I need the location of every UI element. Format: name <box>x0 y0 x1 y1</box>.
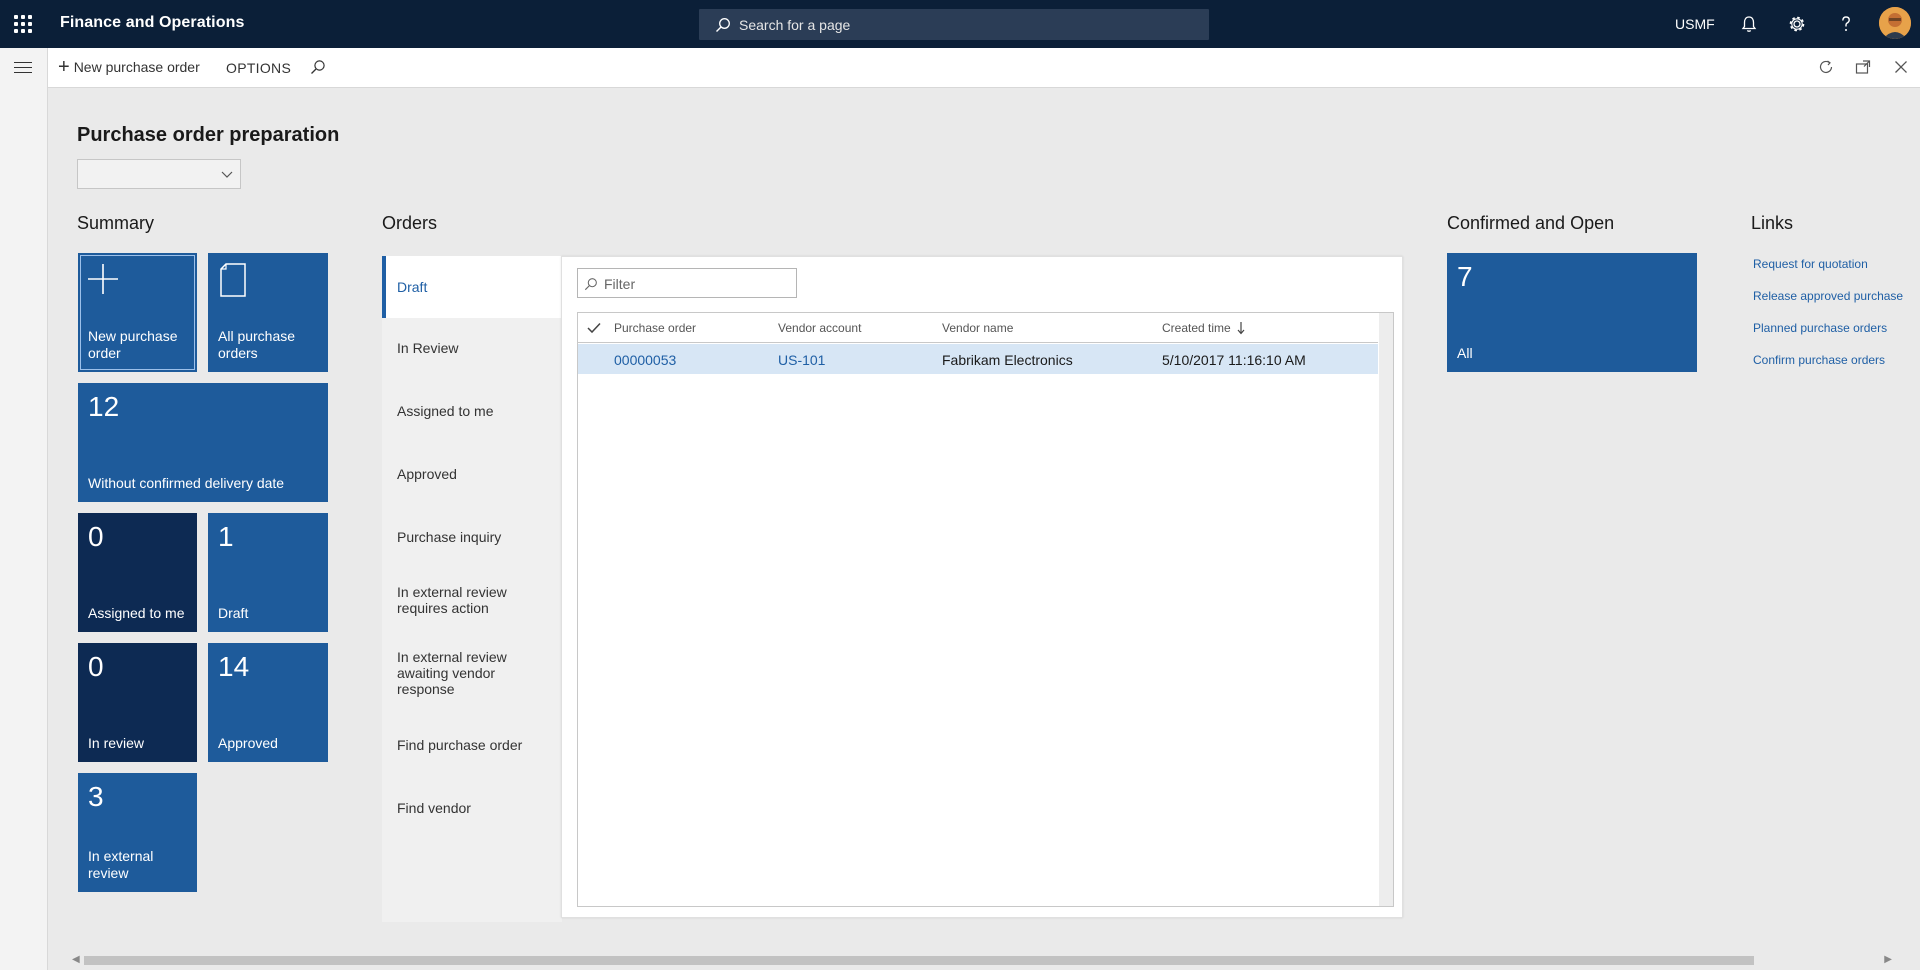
document-icon <box>220 263 246 297</box>
tile-label: Assigned to me <box>88 605 185 621</box>
grid-header: Purchase order Vendor account Vendor nam… <box>578 313 1378 343</box>
scrollbar-thumb[interactable] <box>84 956 1754 965</box>
page-search-box[interactable]: Search for a page <box>699 9 1209 40</box>
tile-count: 7 <box>1457 261 1473 292</box>
link-planned-purchase-orders[interactable]: Planned purchase orders <box>1753 321 1887 335</box>
tile-count: 0 <box>88 521 104 552</box>
confirmed-open-title: Confirmed and Open <box>1447 213 1615 233</box>
link-confirm-purchase-orders[interactable]: Confirm purchase orders <box>1753 353 1885 367</box>
tile-all-purchase-orders[interactable]: All purchase orders <box>208 253 328 372</box>
links-title: Links <box>1751 213 1794 233</box>
top-nav-bar: Finance and Operations Search for a page… <box>0 0 1920 48</box>
tile-label: All <box>1457 345 1473 361</box>
tile-in-review[interactable]: 0 In review <box>78 643 197 762</box>
search-icon <box>716 18 730 32</box>
cell-vendor-name: Fabrikam Electronics <box>942 352 1073 368</box>
tab-draft[interactable]: Draft <box>382 256 562 318</box>
plus-icon: + <box>58 56 70 78</box>
plus-icon <box>88 264 118 294</box>
tile-label: Without confirmed delivery date <box>88 475 285 491</box>
filter-placeholder: Filter <box>604 276 636 292</box>
filter-input[interactable]: Filter <box>577 268 797 298</box>
cell-purchase-order[interactable]: 00000053 <box>614 352 676 368</box>
options-button[interactable]: OPTIONS <box>226 60 291 76</box>
tile-label: All purchase orders <box>218 328 296 361</box>
tab-purchase-inquiry[interactable]: Purchase inquiry <box>382 529 562 545</box>
tile-assigned-to-me[interactable]: 0 Assigned to me <box>78 513 197 632</box>
gear-icon[interactable] <box>1787 14 1807 34</box>
column-header-purchase-order[interactable]: Purchase order <box>614 321 696 335</box>
tile-in-external-review[interactable]: 3 In external review <box>78 773 197 892</box>
chevron-down-icon <box>221 171 233 178</box>
tab-find-purchase-order[interactable]: Find purchase order <box>382 737 562 753</box>
orders-tab-list: Draft In Review Assigned to me Approved … <box>382 256 562 922</box>
tile-label: Approved <box>218 735 278 751</box>
scroll-left-arrow-icon[interactable]: ◀ <box>72 954 80 965</box>
search-placeholder: Search for a page <box>739 17 851 33</box>
sort-descending-icon[interactable] <box>1237 321 1245 335</box>
tab-external-review-requires-action[interactable]: In external review requires action <box>382 584 517 616</box>
tile-count: 3 <box>88 781 104 812</box>
cell-created-time: 5/10/2017 11:16:10 AM <box>1162 352 1306 368</box>
tile-count: 14 <box>218 651 250 682</box>
tile-approved[interactable]: 14 Approved <box>208 643 328 762</box>
tab-external-review-awaiting-vendor[interactable]: In external review awaiting vendor respo… <box>382 649 517 697</box>
new-purchase-order-button[interactable]: + New purchase order <box>58 56 200 78</box>
app-title[interactable]: Finance and Operations <box>60 14 244 32</box>
new-purchase-order-label: New purchase order <box>73 59 200 75</box>
tab-find-vendor[interactable]: Find vendor <box>382 800 562 816</box>
tile-label: Draft <box>218 605 249 621</box>
column-header-vendor-name[interactable]: Vendor name <box>942 321 1013 335</box>
action-search-icon[interactable] <box>310 59 326 75</box>
app-launcher-icon[interactable] <box>14 15 32 33</box>
bell-icon[interactable] <box>1739 14 1759 34</box>
tile-label: In external review <box>88 848 154 881</box>
tile-label: In review <box>88 735 145 751</box>
tile-count: 12 <box>88 391 120 422</box>
link-request-for-quotation[interactable]: Request for quotation <box>1753 257 1868 271</box>
refresh-icon[interactable] <box>1818 59 1834 75</box>
column-header-vendor-account[interactable]: Vendor account <box>778 321 861 335</box>
cell-vendor-account[interactable]: US-101 <box>778 352 825 368</box>
user-avatar[interactable] <box>1879 7 1911 39</box>
tab-in-review[interactable]: In Review <box>382 340 562 356</box>
hamburger-menu-icon[interactable] <box>14 62 32 76</box>
column-header-created-time[interactable]: Created time <box>1162 321 1231 335</box>
action-pane: + New purchase order OPTIONS <box>48 48 1920 88</box>
left-nav-pane <box>0 48 48 970</box>
workspace-filter-dropdown[interactable] <box>77 159 241 189</box>
tile-new-purchase-order[interactable]: New purchase order <box>78 253 197 372</box>
orders-title: Orders <box>382 213 438 233</box>
tab-approved[interactable]: Approved <box>382 466 562 482</box>
tile-count: 0 <box>88 651 104 682</box>
tile-draft[interactable]: 1 Draft <box>208 513 328 632</box>
tile-count: 1 <box>218 521 234 552</box>
open-new-window-icon[interactable] <box>1855 59 1871 75</box>
tab-assigned-to-me[interactable]: Assigned to me <box>382 403 562 419</box>
summary-title: Summary <box>77 213 155 233</box>
tile-confirmed-all[interactable]: 7 All <box>1447 253 1697 372</box>
scroll-right-arrow-icon[interactable]: ▶ <box>1884 954 1892 965</box>
purchase-orders-grid: Purchase order Vendor account Vendor nam… <box>577 312 1394 907</box>
page-horizontal-scrollbar[interactable]: ◀ ▶ <box>72 952 1892 967</box>
link-release-approved-purchase[interactable]: Release approved purchase <box>1753 289 1903 303</box>
select-all-checkmark-icon[interactable] <box>587 322 601 334</box>
tile-label: New purchase order <box>88 328 178 361</box>
page-title: Purchase order preparation <box>77 124 340 146</box>
avatar-image <box>1879 7 1911 39</box>
company-picker[interactable]: USMF <box>1675 16 1715 32</box>
close-icon[interactable] <box>1893 59 1909 75</box>
help-icon[interactable] <box>1836 14 1856 34</box>
tile-without-confirmed-delivery-date[interactable]: 12 Without confirmed delivery date <box>78 383 328 502</box>
search-icon <box>584 278 597 291</box>
table-row[interactable]: 00000053 US-101 Fabrikam Electronics 5/1… <box>578 344 1378 374</box>
grid-vertical-scrollbar[interactable] <box>1379 313 1393 906</box>
orders-content-panel: Filter Purchase order Vendor account Ven… <box>561 256 1403 918</box>
